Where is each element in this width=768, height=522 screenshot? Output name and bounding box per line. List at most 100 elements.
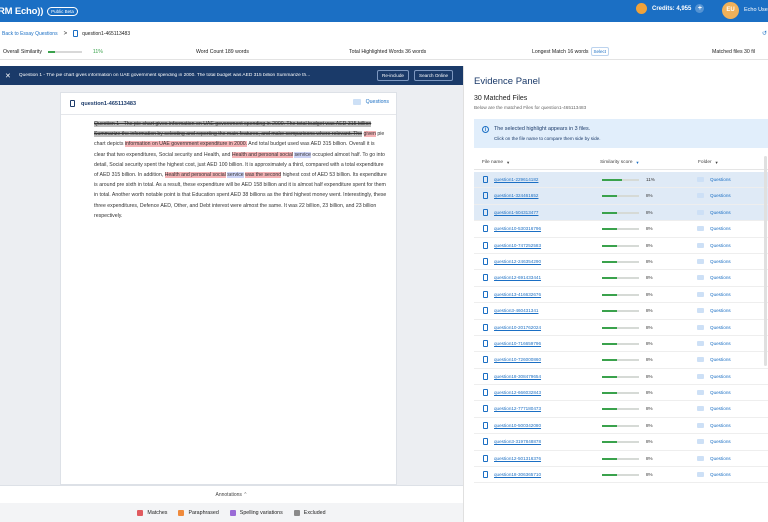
table-row[interactable]: question12-777180473 8% Questions [474,401,768,418]
folder-name[interactable]: Questions [710,456,731,461]
file-name-link[interactable]: question10-500342080 [494,423,541,428]
folder-name[interactable]: Questions [710,357,731,362]
similarity-score: 8% [646,258,653,264]
highlighted-text[interactable]: Question 1 - The pie chart gives informa… [94,121,372,138]
table-row[interactable]: question1-229614182 11% Questions [474,172,768,189]
longest-match-label: Longest Match 16 words [532,48,589,55]
folder-name[interactable]: Questions [710,308,731,313]
app-logo[interactable]: RM Echo)) [0,6,43,17]
document-body: Question 1 - The pie chart gives informa… [94,119,387,221]
file-name-link[interactable]: question12-501316376 [494,456,541,461]
back-to-questions-link[interactable]: Back to Essay Questions [2,31,58,37]
folder-name[interactable]: Questions [710,374,731,379]
table-row[interactable]: question12-246354290 8% Questions [474,254,768,271]
close-icon[interactable]: ✕ [5,72,11,80]
table-row[interactable]: question3-460431341 8% Questions [474,303,768,320]
table-row[interactable]: question10-500342080 8% Questions [474,418,768,435]
highlighted-text[interactable]: service [227,172,244,179]
col-file-label: File name [482,160,504,165]
highlighted-text[interactable]: was the second [245,172,282,179]
table-row[interactable]: question10-530316796 8% Questions [474,221,768,238]
folder-name[interactable]: Questions [710,423,731,428]
file-name-link[interactable]: question12-691433441 [494,275,541,280]
table-row[interactable]: question13-416632676 8% Questions [474,287,768,304]
folder-name[interactable]: Questions [710,341,731,346]
select-button[interactable]: Select [590,47,610,56]
highlighted-text[interactable]: information on UAE government expenditur… [124,141,248,148]
folder-name[interactable]: Questions [710,439,731,444]
highlighted-text[interactable]: Health and personal social [231,151,293,158]
file-name-link[interactable]: question3-3197848878 [494,439,541,444]
file-name-link[interactable]: question12-777180473 [494,406,541,411]
table-row[interactable]: question18-306365710 8% Questions [474,467,768,484]
add-credits-button[interactable]: + [695,4,705,13]
file-name-link[interactable]: question18-306365710 [494,472,541,477]
folder-name[interactable]: Questions [710,275,731,280]
folder-icon [697,357,704,363]
search-online-button[interactable]: Search Online [414,70,454,81]
folder-name[interactable]: Questions [710,226,731,231]
folder-name[interactable]: Questions [710,325,731,330]
col-similarity-score[interactable]: Similarity score ▼ [600,160,640,165]
folder-name[interactable]: Questions [710,292,731,297]
scrollbar[interactable] [764,156,767,366]
similarity-bar-fill [602,342,617,345]
table-row[interactable]: question10-201762024 8% Questions [474,320,768,336]
file-name-link[interactable]: question3-460431341 [494,308,538,313]
similarity-score: 8% [646,357,653,363]
table-row[interactable]: question12-501316376 8% Questions [474,451,768,468]
file-name-link[interactable]: question10-716659796 [494,341,541,346]
highlighted-text[interactable]: service [294,151,311,158]
similarity-bar [602,195,639,198]
file-name-link[interactable]: question1-324461652 [494,193,538,198]
document-header: question1-465113483 Questions [61,93,396,115]
file-name-link[interactable]: question18-308479654 [494,374,541,379]
col-folder[interactable]: Folder ▼ [698,160,719,165]
highlighted-text[interactable]: given [363,131,376,138]
document-text: highest cost of AED 53 billion. Its expe… [94,172,387,219]
table-row[interactable]: question10-726000860 8% Questions [474,352,768,369]
avatar[interactable]: EU [722,2,739,19]
file-name-link[interactable]: question1-229614182 [494,177,538,182]
annotations-toggle[interactable]: Annotations ⌃ [0,485,463,503]
sort-caret-icon: ▼ [506,160,511,165]
file-name-link[interactable]: question12-246354290 [494,259,541,264]
file-name-link[interactable]: question10-530316796 [494,226,541,231]
similarity-bar-fill [602,260,617,263]
similarity-bar-fill [602,195,617,198]
table-row[interactable]: question3-3197848878 8% Questions [474,434,768,451]
file-name-link[interactable]: question12-666032843 [494,390,541,395]
file-name-link[interactable]: question10-747252583 [494,243,541,248]
folder-name[interactable]: Questions [710,472,731,477]
file-name-link[interactable]: question10-201762024 [494,325,541,330]
col-folder-label: Folder [698,160,712,165]
credits-widget[interactable]: Credits: 4,955 + [636,3,705,14]
table-row[interactable]: question1-324461652 8% Questions [474,188,768,205]
folder-name[interactable]: Questions [710,390,731,395]
table-row[interactable]: question12-691433441 8% Questions [474,270,768,287]
refresh-icon[interactable]: ↺ [762,30,767,37]
file-name-link[interactable]: question10-726000860 [494,357,541,362]
questions-folder-tag[interactable]: Questions [352,99,389,105]
highlighted-text[interactable]: Health and personal social [164,172,226,179]
user-name[interactable]: Echo Use [744,7,768,13]
file-name-link[interactable]: question13-416632676 [494,292,541,297]
reinclude-button[interactable]: Re-include [377,70,409,81]
folder-name[interactable]: Questions [710,193,731,198]
similarity-bar-fill [602,359,617,362]
table-row[interactable]: question18-308479654 8% Questions [474,369,768,386]
folder-name[interactable]: Questions [710,259,731,264]
table-row[interactable]: question10-716659796 8% Questions [474,336,768,353]
folder-name[interactable]: Questions [710,210,731,215]
similarity-bar [602,228,639,231]
table-row[interactable]: question1-504313477 8% Questions [474,204,768,222]
table-row[interactable]: question12-666032843 8% Questions [474,385,768,402]
folder-name[interactable]: Questions [710,177,731,182]
folder-name[interactable]: Questions [710,243,731,248]
col-file-name[interactable]: File name ▼ [482,160,510,165]
folder-name[interactable]: Questions [710,406,731,411]
table-row[interactable]: question10-747252583 8% Questions [474,238,768,254]
file-name-link[interactable]: question1-504313477 [494,210,538,215]
folder-icon [697,258,704,264]
document-icon [483,339,488,347]
